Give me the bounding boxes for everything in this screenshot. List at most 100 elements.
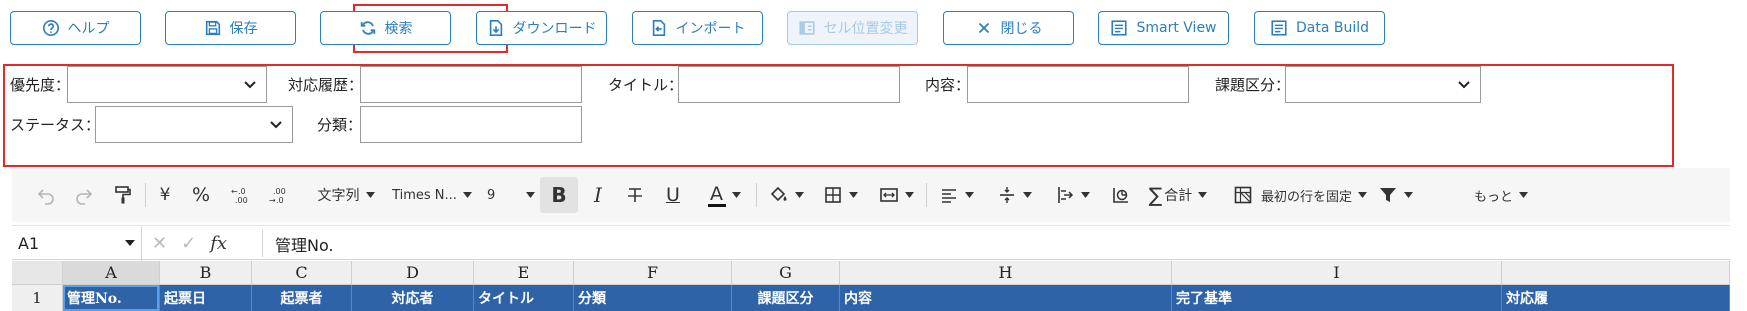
cancel-icon[interactable]: ✕ [152,233,167,254]
text-indent-button[interactable] [1050,168,1094,222]
column-header-e[interactable]: E [474,261,574,285]
font-family-select[interactable]: Times N... [390,168,474,222]
font-color-button[interactable]: A [702,168,746,222]
more-label: もっと [1473,189,1513,205]
vertical-align-button[interactable] [992,168,1036,222]
align-left-icon [941,189,956,203]
caret-down-icon [1080,192,1090,198]
merge-cells-button[interactable] [874,168,918,222]
caret-down-icon [1198,192,1208,198]
borders-button[interactable] [818,168,862,222]
close-button-label: 閉じる [1000,21,1043,37]
name-box[interactable]: A1 [12,226,142,261]
cell-position-change-button[interactable]: セル位置変更 [787,11,918,45]
save-icon [205,20,220,36]
paint-brush-icon [115,186,131,204]
search-button[interactable]: 検索 [320,11,451,45]
column-header-h[interactable]: H [840,261,1172,285]
table-cell-b1[interactable]: 起票日 [160,285,252,311]
confirm-icon[interactable]: ✓ [181,233,196,254]
list-icon [1271,20,1287,36]
sum-button[interactable]: ∑ 合計 [1144,168,1212,222]
row-header-1[interactable]: 1 [12,285,63,311]
paint-bucket-icon [770,186,786,202]
caret-down-icon [904,192,914,198]
borders-icon [824,187,841,203]
currency-button[interactable]: ¥ [152,168,178,222]
percent-icon: % [191,184,211,206]
chart-icon [1113,188,1128,203]
more-button[interactable]: もっと [1470,168,1532,222]
column-header-b[interactable]: B [160,261,252,285]
table-cell-a1[interactable]: 管理No. [63,285,160,311]
increase-decimal-button[interactable]: ← .0.00 [226,168,252,222]
smart-view-button[interactable]: Smart View [1098,11,1229,45]
close-button[interactable]: 閉じる [943,11,1074,45]
formula-bar: A1 ✕ ✓ fx 管理No. [12,225,1730,261]
undo-icon [37,189,54,205]
decrease-decimal-button[interactable]: .00 → .0 [264,168,290,222]
import-button[interactable]: インポート [632,11,763,45]
percent-button[interactable]: % [188,168,214,222]
table-cell-e1[interactable]: タイトル [474,285,574,311]
column-header-c[interactable]: C [252,261,352,285]
format-painter-button[interactable] [110,168,136,222]
italic-icon: I [594,183,602,207]
table-cell-c1[interactable]: 起票者 [252,285,352,311]
category-select[interactable] [1285,66,1481,103]
freeze-first-row-button[interactable]: 最初の行を固定 [1230,168,1370,222]
data-build-button[interactable]: Data Build [1254,11,1385,45]
close-icon [978,22,989,34]
svg-text:.00: .00 [235,196,248,205]
yen-icon: ¥ [159,185,171,205]
table-cell-d1[interactable]: 対応者 [352,285,474,311]
bold-button[interactable]: B [540,177,578,213]
table-cell-j1[interactable]: 対応履 [1502,285,1730,311]
filter-button[interactable] [1374,168,1416,222]
caret-down-icon [526,192,535,198]
column-header-i[interactable]: I [1172,261,1502,285]
formula-actions: ✕ ✓ fx [152,226,227,261]
undo-button[interactable] [34,168,58,222]
chart-button[interactable] [1108,168,1134,222]
strikethrough-button[interactable] [622,168,648,222]
font-size-select[interactable]: 9 [487,168,535,222]
table-cell-h1[interactable]: 内容 [840,285,1172,311]
status-select[interactable] [95,106,293,143]
horizontal-align-button[interactable] [934,168,978,222]
underline-button[interactable]: U [660,168,686,222]
fill-color-button[interactable] [764,168,808,222]
column-header-j[interactable] [1502,261,1730,285]
title-label: タイトル： [608,76,684,94]
function-icon[interactable]: fx [210,233,227,254]
title-input[interactable] [678,66,900,103]
increase-decimal-icon: ← .0.00 [231,187,248,205]
download-button[interactable]: ダウンロード [476,11,607,45]
save-button[interactable]: 保存 [165,11,296,45]
column-header-g[interactable]: G [732,261,840,285]
download-button-label: ダウンロード [512,21,597,37]
content-input[interactable] [967,66,1189,103]
italic-button[interactable]: I [586,168,610,222]
priority-select[interactable] [67,66,267,103]
formula-input[interactable]: 管理No. [275,226,334,261]
caret-down-icon [848,192,858,198]
column-header-f[interactable]: F [574,261,732,285]
refresh-icon [360,21,375,35]
column-header-d[interactable]: D [352,261,474,285]
select-all-corner[interactable] [12,261,63,285]
status-label: ステータス： [10,116,101,134]
vertical-align-icon [999,187,1014,203]
class-input[interactable] [360,106,582,143]
table-cell-g1[interactable]: 課題区分 [732,285,840,311]
column-header-a[interactable]: A [63,261,160,285]
table-cell-f1[interactable]: 分類 [574,285,732,311]
table-cell-i1[interactable]: 完了基準 [1172,285,1502,311]
toolbar-divider [926,183,927,207]
redo-button[interactable] [72,168,96,222]
font-color-icon: A [707,184,726,207]
help-button[interactable]: ヘルプ [10,11,141,45]
number-format-select[interactable]: 文字列 [312,168,380,222]
history-input[interactable] [360,66,582,103]
download-icon [489,19,502,37]
